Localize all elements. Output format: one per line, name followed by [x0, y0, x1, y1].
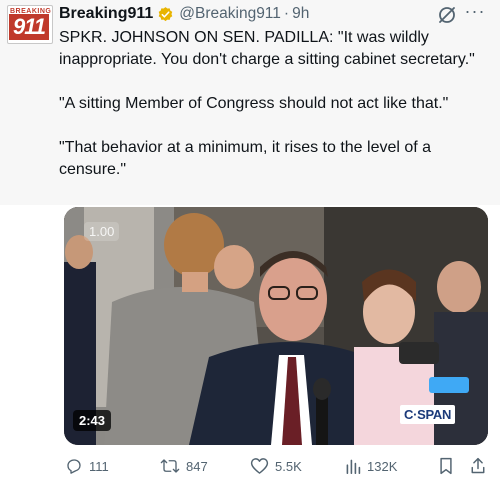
video-player[interactable]: 1.00 2:43 C·SPAN [64, 207, 488, 445]
views-button[interactable]: 132K [345, 452, 397, 480]
author-name[interactable]: Breaking911 [59, 5, 153, 23]
bookmark-button[interactable] [438, 452, 460, 480]
author-handle[interactable]: @Breaking911 [179, 5, 281, 23]
more-options-button[interactable]: ··· [463, 2, 487, 23]
playback-speed-label[interactable]: 1.00 [84, 222, 120, 241]
verified-badge-icon [157, 6, 174, 23]
like-count: 5.5K [275, 458, 302, 474]
tweet-header: Breaking911 @Breaking911 · 9h [59, 3, 309, 25]
avatar-number: 911 [9, 14, 49, 40]
share-icon [471, 457, 485, 474]
reply-count: 111 [89, 458, 109, 474]
like-button[interactable]: 5.5K [250, 452, 302, 480]
video-duration: 2:43 [73, 410, 112, 431]
header-separator: · [283, 5, 290, 22]
grok-icon[interactable] [437, 5, 457, 25]
network-logo: C·SPAN [400, 405, 456, 424]
reply-icon [67, 459, 81, 474]
repost-icon [160, 459, 180, 473]
action-bar: 111 847 5.5K 132K [0, 452, 500, 480]
tweet-timestamp[interactable]: 9h [292, 5, 309, 23]
tweet-paragraph: "That behavior at a minimum, it rises to… [59, 139, 432, 178]
repost-count: 847 [186, 458, 208, 474]
avatar[interactable]: BREAKING 911 [7, 5, 53, 44]
reply-button[interactable]: 111 [65, 452, 109, 480]
tweet-paragraph: "A sitting Member of Congress should not… [59, 95, 449, 112]
heart-icon [250, 458, 269, 474]
share-button[interactable] [470, 452, 492, 480]
bookmark-icon [440, 457, 452, 475]
repost-button[interactable]: 847 [160, 452, 208, 480]
views-icon [346, 459, 361, 474]
tweet-paragraph: SPKR. JOHNSON ON SEN. PADILLA: "It was w… [59, 29, 475, 68]
views-count: 132K [367, 458, 398, 474]
tweet-text: SPKR. JOHNSON ON SEN. PADILLA: "It was w… [59, 27, 479, 181]
